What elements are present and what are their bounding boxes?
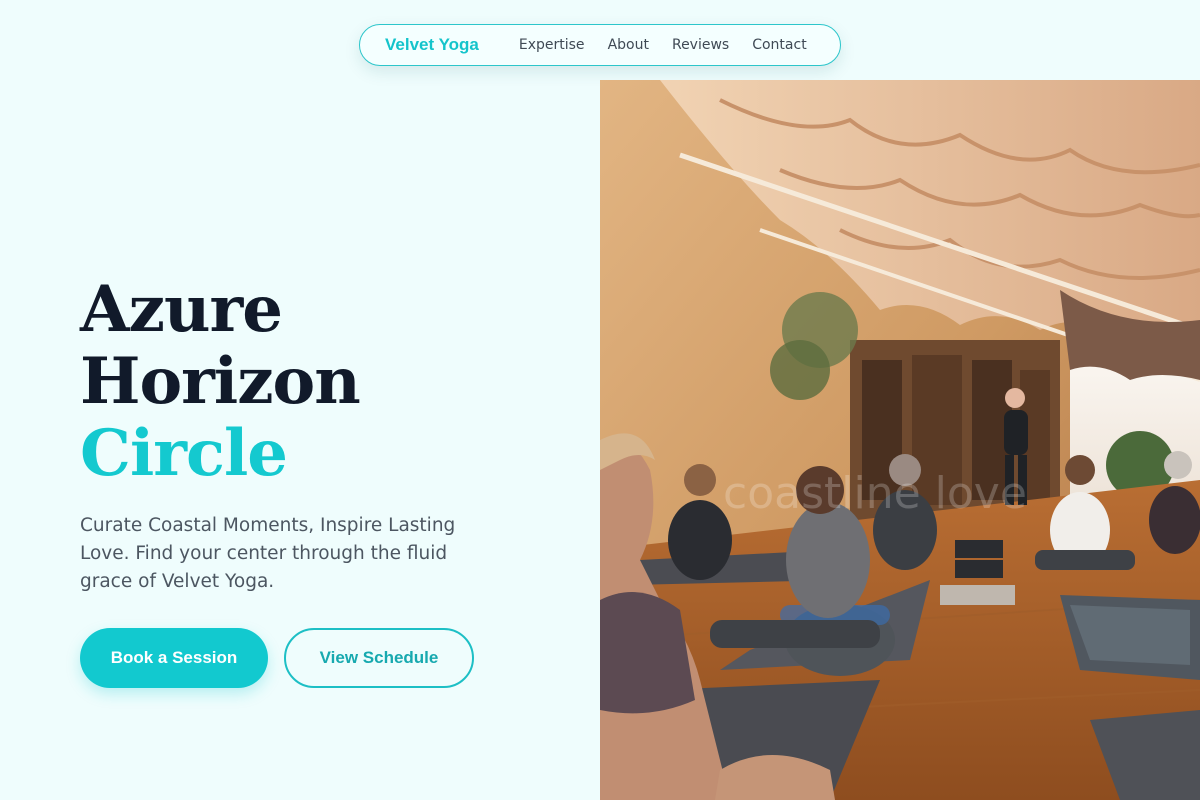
book-session-button[interactable]: Book a Session (80, 628, 268, 688)
hero-title-line-1: Azure (80, 272, 283, 347)
nav-link-about[interactable]: About (608, 37, 649, 53)
nav-link-expertise[interactable]: Expertise (519, 37, 585, 53)
hero-photo: coastline love (600, 80, 1200, 800)
yoga-studio-image: coastline love (600, 80, 1200, 800)
hero-subtitle: Curate Coastal Moments, Inspire Lasting … (80, 515, 456, 592)
top-nav: Velvet Yoga Expertise About Reviews Cont… (359, 24, 841, 66)
nav-link-reviews[interactable]: Reviews (672, 37, 729, 53)
view-schedule-button[interactable]: View Schedule (284, 628, 474, 688)
hero-title-line-2: Horizon (80, 344, 361, 419)
brand-logo[interactable]: Velvet Yoga (385, 35, 479, 55)
photo-watermark: coastline love (723, 468, 1027, 519)
hero-title-line-3: Circle (80, 416, 288, 491)
nav-link-contact[interactable]: Contact (752, 37, 806, 53)
hero-title: Azure Horizon Circle (80, 272, 361, 491)
